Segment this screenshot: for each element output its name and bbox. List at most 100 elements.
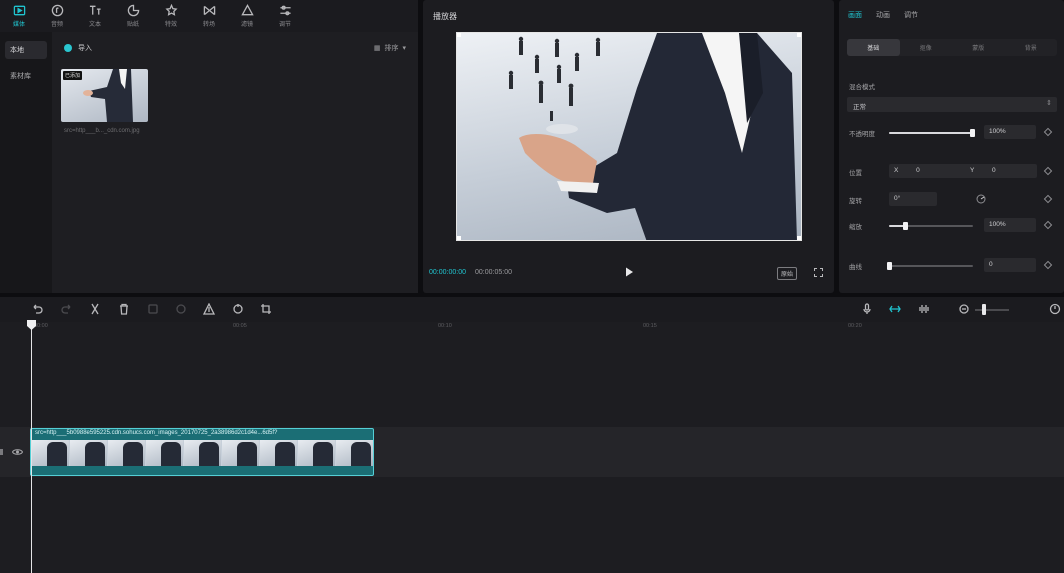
playhead[interactable] [31, 320, 32, 573]
media-icon [13, 5, 25, 16]
crop-handle[interactable] [457, 33, 461, 37]
import-label: 导入 [78, 45, 92, 52]
clip-frame [146, 440, 184, 466]
position-label: 位置 [849, 170, 862, 177]
crop-icon[interactable] [260, 303, 272, 315]
scale-label: 缩放 [849, 224, 862, 231]
opacity-knob[interactable] [970, 129, 975, 137]
subtab-background[interactable]: 背景 [1005, 39, 1058, 56]
linkage-icon[interactable] [918, 303, 930, 315]
timeline[interactable]: 00:00 00:05 00:10 00:15 00:20 src=http__… [0, 322, 1064, 573]
position-y-input[interactable]: Y 0 [965, 164, 1037, 178]
blend-mode-label: 混合模式 [849, 84, 875, 91]
snap-icon[interactable] [889, 303, 901, 315]
clip-filmstrip [32, 440, 373, 466]
media-thumbnail[interactable]: 已添加 [61, 69, 148, 122]
tab-adjust[interactable]: 调节 [904, 10, 918, 20]
effects-icon [164, 4, 178, 16]
crop-handle[interactable] [457, 236, 461, 240]
toolbar-sticker[interactable]: 贴纸 [114, 0, 152, 32]
curve-input[interactable]: 0 [984, 258, 1036, 272]
toolbar-transition[interactable]: 转场 [190, 0, 228, 32]
crop-handle[interactable] [797, 33, 801, 37]
audio-icon [51, 4, 63, 17]
keyframe-icon[interactable] [1043, 166, 1053, 176]
undo-icon[interactable] [31, 303, 43, 315]
subtab-mask[interactable]: 蒙版 [952, 39, 1005, 56]
crop-handle[interactable] [797, 236, 801, 240]
subtab-keying[interactable]: 抠像 [900, 39, 953, 56]
clip-frame [222, 440, 260, 466]
split-icon[interactable] [89, 303, 101, 315]
redo-icon[interactable] [61, 303, 73, 315]
blend-mode-select[interactable]: 正常 ⇕ [847, 97, 1057, 112]
media-filename: src=http___b..._cdn.com.jpg [64, 128, 140, 134]
curve-knob[interactable] [887, 262, 892, 270]
eye-icon[interactable] [12, 448, 23, 456]
clip-frame [32, 440, 70, 466]
freeze-icon[interactable] [147, 303, 159, 315]
toolbar-filter[interactable]: 滤镜 [228, 0, 266, 32]
opacity-input[interactable]: 100% [984, 125, 1036, 139]
property-subtabs: 基础 抠像 蒙版 背景 [847, 39, 1057, 56]
play-icon[interactable] [623, 266, 635, 278]
transition-icon [203, 5, 215, 16]
toolbar-label: 音频 [50, 22, 63, 28]
zoom-slider[interactable] [975, 309, 1009, 311]
keyframe-icon[interactable] [1043, 194, 1053, 204]
rotation-input[interactable]: 0° [889, 192, 937, 206]
opacity-slider[interactable] [889, 129, 975, 137]
subtab-basic[interactable]: 基础 [847, 39, 900, 56]
nav-library[interactable]: 素材库 [5, 67, 47, 85]
delete-icon[interactable] [118, 303, 130, 315]
position-x-input[interactable]: X 0 [889, 164, 975, 178]
axis-x-label: X [894, 167, 899, 174]
scale-input[interactable]: 100% [984, 218, 1036, 232]
tab-video[interactable]: 画面 [848, 10, 862, 20]
keyframe-icon[interactable] [1043, 127, 1053, 137]
keyframe-icon[interactable] [1043, 260, 1053, 270]
filter-icon [240, 4, 254, 16]
clip-label: src=http___5b0988e595225.cdn.sohucs.com_… [35, 430, 278, 436]
opacity-fill [889, 132, 973, 134]
nav-local[interactable]: 本地 [5, 41, 47, 59]
position-y-value: 0 [992, 167, 996, 174]
toolbar-audio[interactable]: 音频 [38, 0, 76, 32]
toolbar-media[interactable]: 媒体 [0, 0, 38, 32]
zoom-out-icon[interactable] [958, 303, 970, 315]
aspect-ratio-button[interactable]: 原始 [777, 267, 798, 280]
blend-mode-value: 正常 [853, 104, 866, 111]
curve-slider[interactable] [887, 262, 973, 270]
text-icon [89, 5, 101, 15]
tab-animation[interactable]: 动画 [876, 10, 890, 20]
scale-knob[interactable] [902, 222, 908, 230]
fullscreen-icon[interactable] [814, 268, 823, 277]
toolbar-effects[interactable]: 特效 [152, 0, 190, 32]
keyframe-icon[interactable] [1043, 220, 1053, 230]
toolbar-label: 滤镜 [240, 22, 253, 28]
toolbar-label: 特效 [164, 22, 177, 28]
rotate-icon[interactable] [232, 303, 244, 315]
sort-dropdown[interactable]: ▦ 排序 ▾ [374, 43, 406, 53]
toolbar-label: 媒体 [12, 22, 25, 28]
total-time: 00:00:05:00 [475, 269, 512, 276]
reverse-icon[interactable] [175, 303, 187, 315]
time-ruler[interactable]: 00:00 00:05 00:10 00:15 00:20 [0, 322, 1064, 334]
import-button[interactable]: 导入 [64, 43, 92, 53]
scale-slider[interactable] [889, 222, 973, 230]
mirror-icon[interactable] [202, 302, 216, 315]
toolbar-label: 转场 [202, 22, 215, 28]
preview-canvas[interactable] [456, 32, 802, 241]
rotate-dial-icon[interactable] [976, 194, 986, 204]
grid-icon: ▦ [373, 45, 381, 52]
clip-frame [70, 440, 108, 466]
fit-timeline-icon[interactable] [1049, 303, 1061, 315]
timeline-clip[interactable]: src=http___5b0988e595225.cdn.sohucs.com_… [30, 428, 374, 476]
media-panel: 媒体 音频 文本 贴纸 特效 转场 滤镜 调节 本地 素材库 导入 ▦ 排序 ▾… [0, 0, 418, 293]
toolbar-adjust[interactable]: 调节 [266, 0, 304, 32]
microphone-icon[interactable] [861, 303, 873, 315]
zoom-knob[interactable] [982, 304, 986, 315]
toolbar-text[interactable]: 文本 [76, 0, 114, 32]
track-indicator [0, 449, 3, 455]
player-panel: 播放器 00:00:00:00 00:00:05:00 原始 [423, 0, 834, 293]
